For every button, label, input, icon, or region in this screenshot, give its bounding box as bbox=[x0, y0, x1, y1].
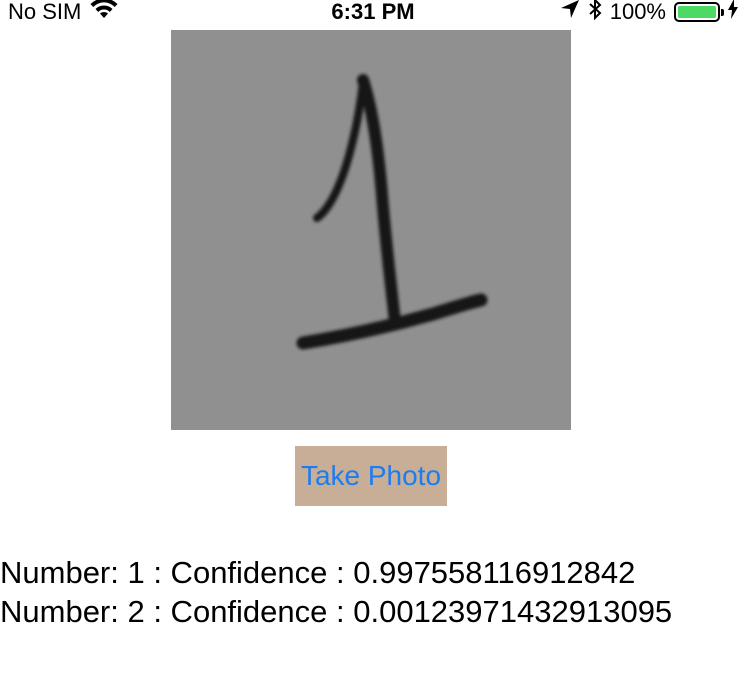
carrier-label: No SIM bbox=[8, 0, 82, 24]
battery-icon bbox=[674, 2, 724, 22]
status-bar: 6:31 PM No SIM 100% bbox=[0, 0, 746, 26]
take-photo-button[interactable]: Take Photo bbox=[295, 446, 447, 506]
battery-percent: 100% bbox=[609, 0, 666, 24]
battery-level-fill bbox=[678, 6, 716, 18]
battery-cap bbox=[721, 9, 724, 16]
status-left: No SIM bbox=[8, 0, 119, 24]
bluetooth-icon bbox=[588, 0, 602, 26]
handwritten-digit-image bbox=[171, 30, 571, 430]
wifi-icon bbox=[89, 0, 119, 26]
result-line: Number: 2 : Confidence : 0.0012397143291… bbox=[0, 594, 673, 629]
prediction-results: Number: 1 : Confidence : 0.9975581169128… bbox=[0, 553, 746, 631]
status-right: 100% bbox=[560, 0, 738, 24]
captured-digit-photo bbox=[171, 30, 571, 430]
charging-bolt-icon bbox=[728, 0, 738, 25]
result-line: Number: 1 : Confidence : 0.9975581169128… bbox=[0, 555, 636, 590]
location-arrow-icon bbox=[560, 0, 580, 25]
